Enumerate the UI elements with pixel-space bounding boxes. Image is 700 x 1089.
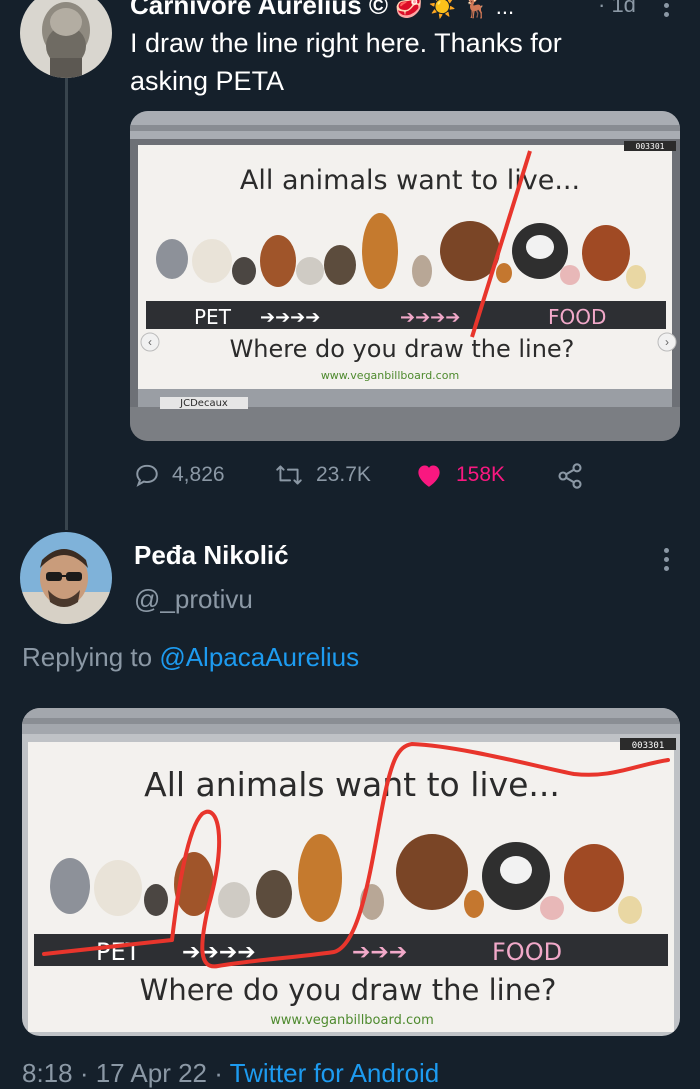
arrow-row-pink-2: ➔➔➔ xyxy=(352,940,407,965)
retweet-icon xyxy=(276,465,302,485)
pet-label: PET xyxy=(194,305,232,329)
tweet1-more-options-icon[interactable] xyxy=(664,0,669,17)
heart-icon xyxy=(418,465,440,487)
billboard-headline: All animals want to live... xyxy=(240,165,580,196)
reply-icon xyxy=(136,464,158,487)
billboard-photo-1: JCDecaux 003301 All animals want to live… xyxy=(130,111,680,441)
panel-number: 003301 xyxy=(636,142,665,151)
arrow-row-white: ➔➔➔➔ xyxy=(260,307,320,328)
retweet-count: 23.7K xyxy=(316,463,371,486)
billboard-photo-2: 003301 All animals want to live... PET ➔… xyxy=(22,708,680,1036)
tweet2-more-options-icon[interactable] xyxy=(664,548,669,571)
billboard-url: www.veganbillboard.com xyxy=(321,369,459,382)
tweet1-display-name[interactable]: Carnivore Aurelius © 🥩 ☀️ 🦌 ... xyxy=(130,0,514,21)
carousel-prev-icon[interactable]: ‹ xyxy=(148,335,152,349)
tweet1-text: I draw the line right here. Thanks for a… xyxy=(130,28,562,96)
arrow-row-pink: ➔➔➔➔ xyxy=(400,307,460,328)
replying-to-handle-link[interactable]: @AlpacaAurelius xyxy=(159,642,359,672)
tweet2-footer: 8:18 · 17 Apr 22 · Twitter for Android xyxy=(22,1058,439,1089)
share-button[interactable] xyxy=(556,462,584,495)
avatar-peda-nikolic[interactable] xyxy=(20,532,112,624)
retweet-button[interactable]: 23.7K xyxy=(274,462,371,488)
billboard-question: Where do you draw the line? xyxy=(230,335,575,363)
like-button[interactable]: 158K xyxy=(414,462,505,488)
tweet1-time[interactable]: · 1d xyxy=(598,0,636,18)
tweet2-display-name[interactable]: Peđa Nikolić xyxy=(134,540,289,571)
tweet2-source-link[interactable]: Twitter for Android xyxy=(230,1058,440,1088)
reply-count: 4,826 xyxy=(172,463,225,486)
carousel-next-icon[interactable]: › xyxy=(665,335,669,349)
name-emojis: 🥩 ☀️ 🦌 ... xyxy=(395,0,515,19)
like-count: 158K xyxy=(456,463,506,486)
food-label-2: FOOD xyxy=(492,938,562,966)
panel-number-2: 003301 xyxy=(632,741,665,751)
tweet2-media-image[interactable]: 003301 All animals want to live... PET ➔… xyxy=(22,708,680,1036)
food-label: FOOD xyxy=(548,305,606,329)
operator-label: JCDecaux xyxy=(179,398,228,409)
tweet2-handle[interactable]: @_protivu xyxy=(134,584,253,615)
reply-button[interactable]: 4,826 xyxy=(134,462,225,488)
billboard-url-2: www.veganbillboard.com xyxy=(270,1013,434,1028)
thread-connector-line xyxy=(65,78,68,530)
tweet1-media-image[interactable]: JCDecaux 003301 All animals want to live… xyxy=(130,111,680,441)
billboard-headline-2: All animals want to live... xyxy=(144,765,560,804)
tweet2-timestamp[interactable]: 8:18 · 17 Apr 22 · xyxy=(22,1058,223,1088)
avatar-carnivore-aurelius[interactable] xyxy=(20,0,112,78)
share-icon xyxy=(558,463,582,489)
billboard-question-2: Where do you draw the line? xyxy=(140,973,557,1007)
replying-to: Replying to @AlpacaAurelius xyxy=(22,642,360,672)
